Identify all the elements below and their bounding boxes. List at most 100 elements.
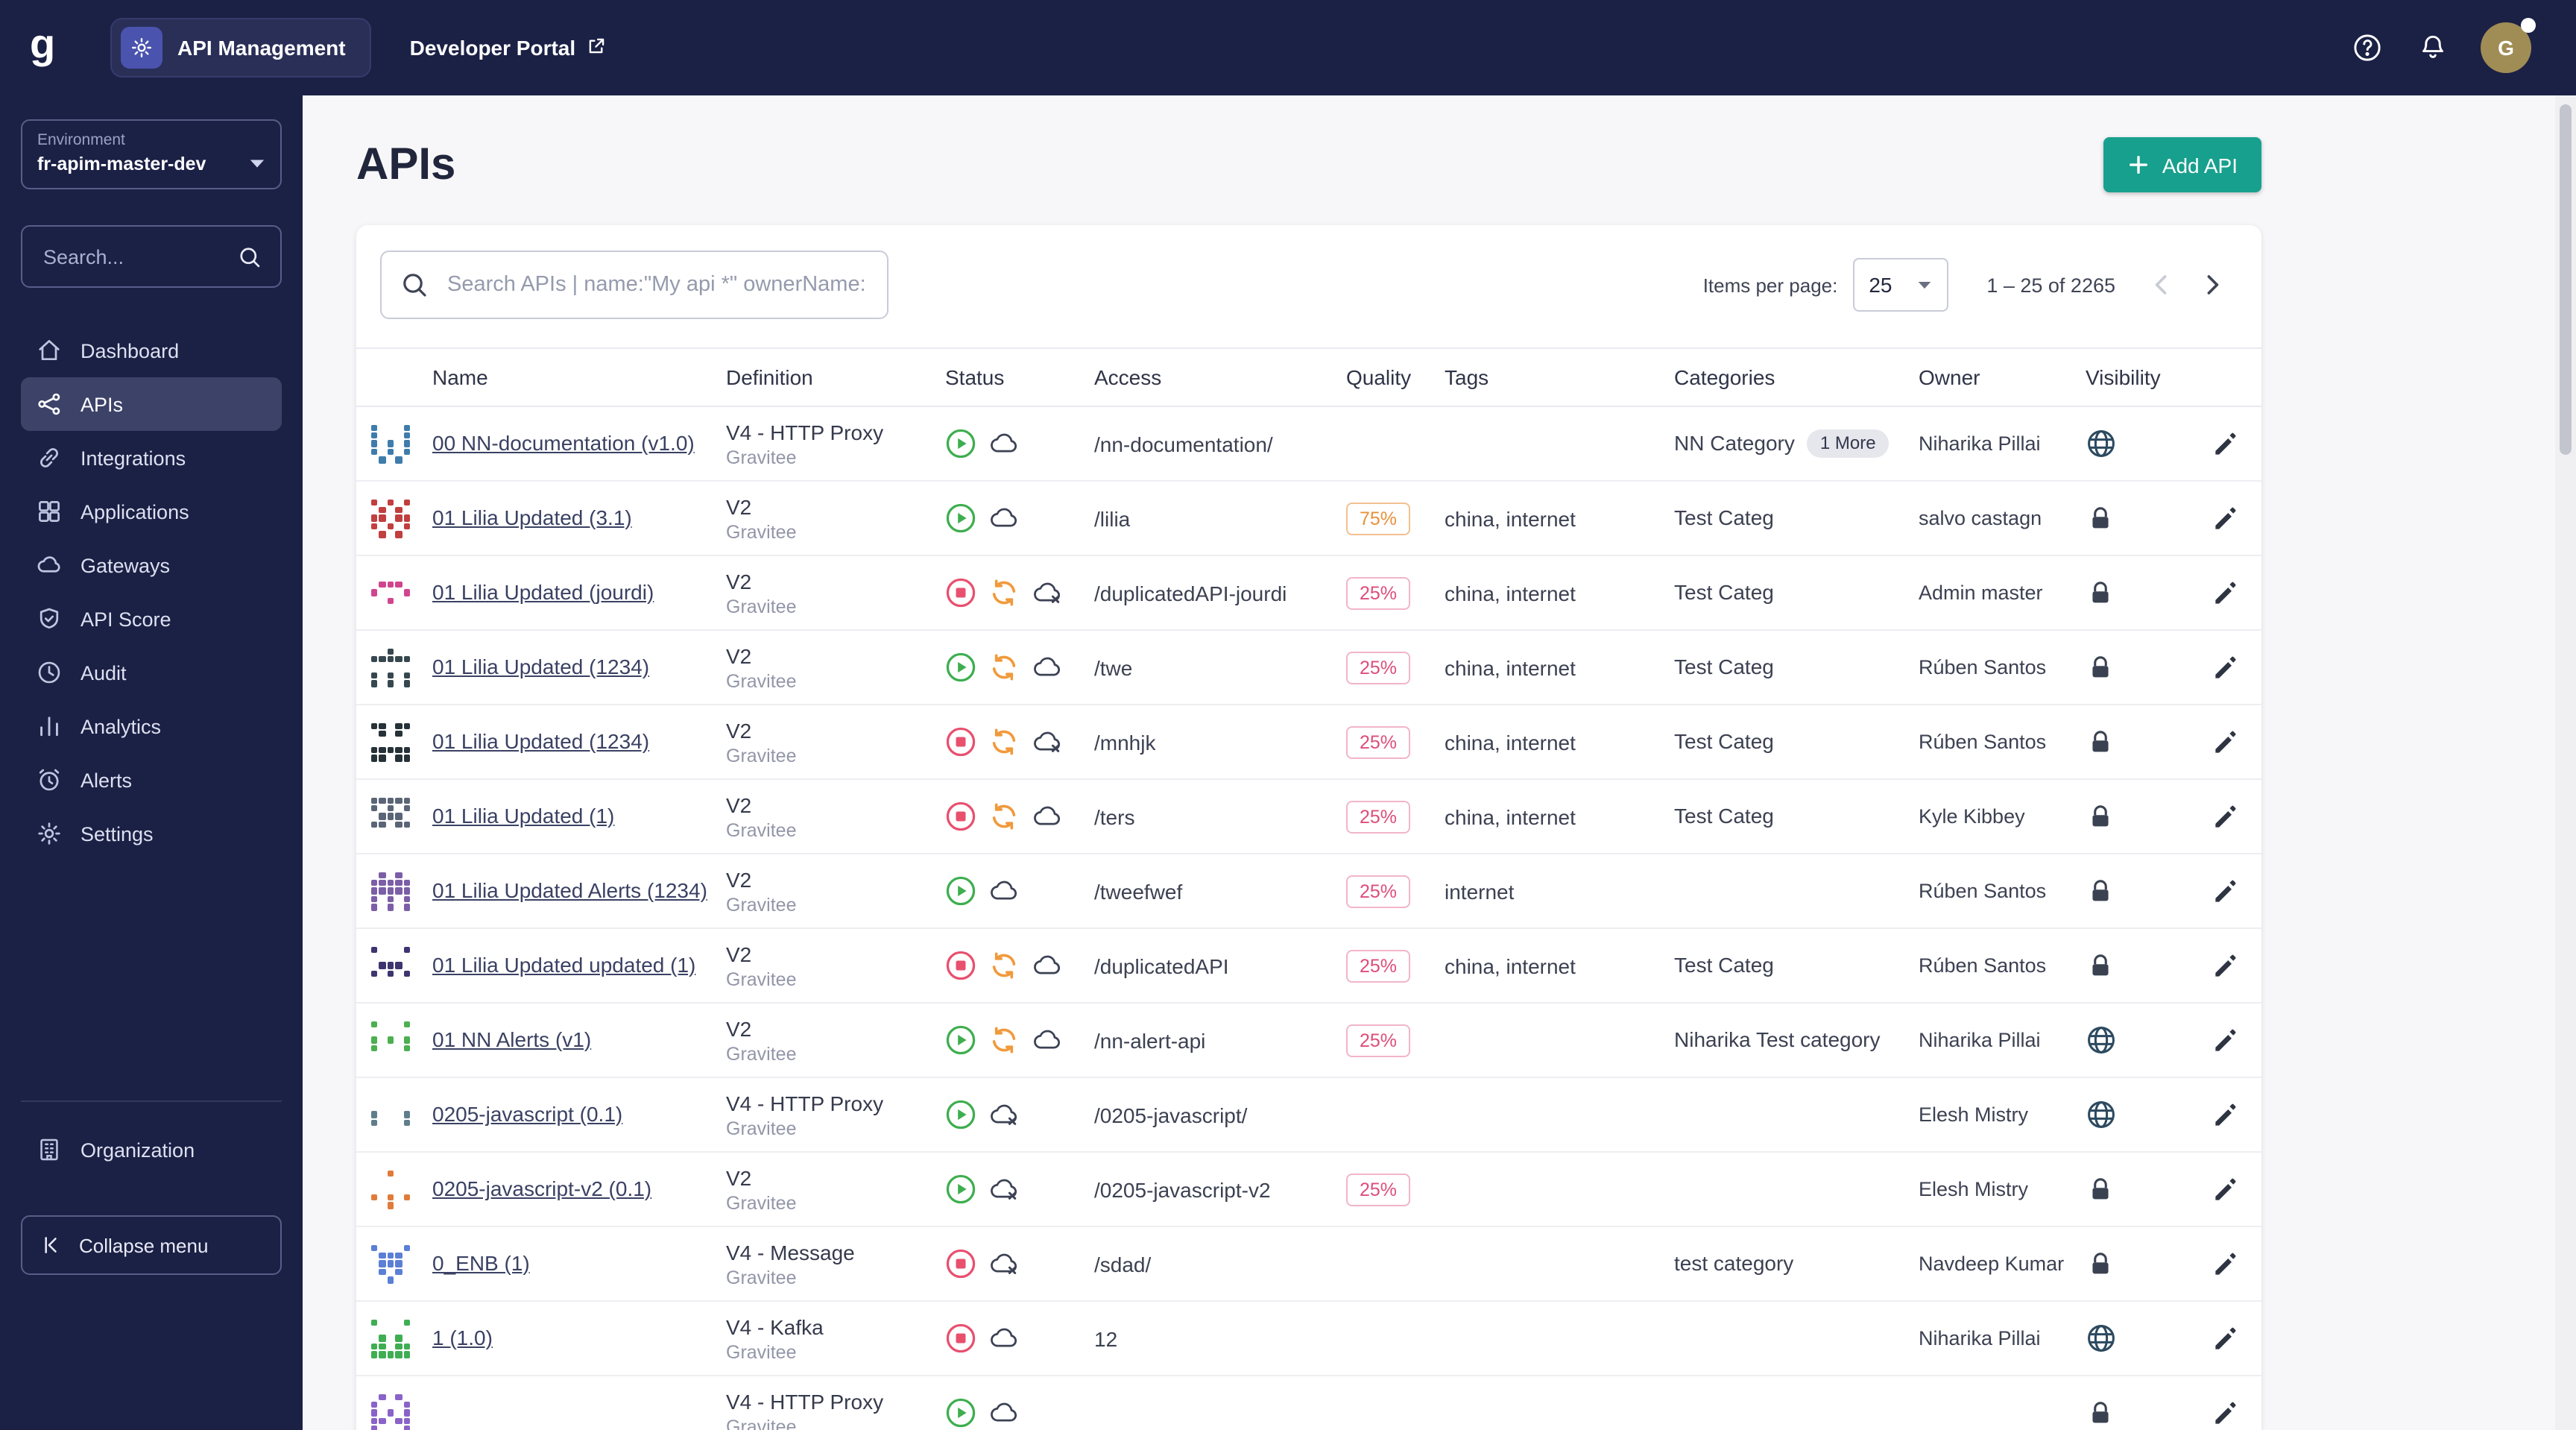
category-more-badge[interactable]: 1 More [1806, 429, 1890, 459]
lock-icon [2086, 1398, 2211, 1428]
sidebar-item-dashboard[interactable]: Dashboard [21, 324, 282, 377]
api-name-link[interactable]: 01 Lilia Updated (1234) [432, 728, 661, 756]
items-per-page-select[interactable]: 25 [1852, 258, 1948, 312]
api-name-link[interactable]: 0205-javascript-v2 (0.1) [432, 1175, 663, 1203]
sidebar-item-gateways[interactable]: Gateways [21, 538, 282, 592]
collapse-menu-button[interactable]: Collapse menu [21, 1215, 282, 1275]
gravitee-logo[interactable]: g [30, 21, 83, 69]
api-name-link[interactable]: 1 (1.0) [432, 1324, 505, 1352]
add-api-button[interactable]: Add API [2103, 137, 2261, 192]
edit-api-button[interactable] [2211, 429, 2261, 459]
edit-api-button[interactable] [2211, 876, 2261, 906]
category-label: test category [1674, 1251, 1794, 1276]
table-row: 1 (1.0) V4 - Kafka Gravitee 12 Niharika Pill… [356, 1302, 2261, 1376]
pagination-prev-button[interactable] [2136, 259, 2187, 310]
globe-icon [2086, 1099, 2211, 1130]
api-status [945, 1099, 1094, 1130]
api-owner: Rúben Santos [1919, 655, 2047, 678]
api-status [945, 503, 1094, 534]
topbar-actions: G [2349, 18, 2549, 73]
api-name-link[interactable]: 01 Lilia Updated Alerts (1234) [432, 877, 719, 905]
edit-api-button[interactable] [2211, 578, 2261, 608]
edit-api-button[interactable] [2211, 1025, 2261, 1055]
audit-icon [36, 659, 63, 686]
edit-api-button[interactable] [2211, 1100, 2261, 1130]
api-name-link[interactable]: 01 NN Alerts (v1) [432, 1026, 603, 1054]
api-status [945, 1323, 1094, 1354]
api-name-link[interactable]: 01 Lilia Updated (1) [432, 802, 626, 831]
edit-api-button[interactable] [2211, 951, 2261, 980]
api-tags: china, internet [1445, 581, 1576, 605]
edit-api-button[interactable] [2211, 801, 2261, 831]
status-cloud-x-icon [1032, 728, 1064, 756]
category-label: Test Categ [1674, 729, 1774, 754]
sidebar-item-analytics[interactable]: Analytics [21, 699, 282, 753]
sidebar-nav: Dashboard APIs Integrations Applications Gat… [21, 324, 282, 860]
user-avatar[interactable]: G [2481, 18, 2536, 73]
sidebar-item-alerts[interactable]: Alerts [21, 753, 282, 807]
environment-selector[interactable]: Environment fr-apim-master-dev [21, 119, 282, 189]
api-status [945, 1024, 1094, 1056]
api-definition-origin: Gravitee [726, 1043, 797, 1064]
developer-portal-link[interactable]: Developer Portal [410, 35, 607, 60]
api-score-icon [36, 605, 63, 632]
status-stop-icon [945, 1248, 976, 1279]
quality-badge: 25% [1346, 725, 1411, 758]
api-management-switcher[interactable]: API Management [110, 18, 371, 78]
api-name-link[interactable]: 0_ENB (1) [432, 1250, 542, 1278]
api-definition: V2 [726, 867, 752, 891]
sidebar-item-applications[interactable]: Applications [21, 485, 282, 538]
quality-badge: 25% [1346, 875, 1411, 907]
api-tags: china, internet [1445, 804, 1576, 828]
status-stop-icon [945, 577, 976, 608]
avatar-initial: G [2498, 36, 2514, 60]
sidebar-item-integrations[interactable]: Integrations [21, 431, 282, 485]
api-categories: Test Categ [1674, 803, 1919, 830]
table-row: 01 Lilia Updated (1234) V2 Gravitee/mnhjk 2… [356, 705, 2261, 780]
api-definition: V2 [726, 569, 752, 593]
scrollbar-thumb[interactable] [2560, 104, 2572, 455]
status-cloud-x-icon [1032, 579, 1064, 607]
column-header-owner: Owner [1919, 365, 1980, 389]
pagination: Items per page: 25 1 – 25 of 2265 [1703, 258, 2238, 312]
sidebar-item-organization[interactable]: Organization [21, 1123, 282, 1177]
status-play-icon [945, 428, 976, 459]
edit-api-button[interactable] [2211, 652, 2261, 682]
status-cloud-x-icon [988, 1250, 1021, 1278]
page-title: APIs [356, 139, 456, 189]
api-name-link[interactable]: 01 Lilia Updated (jourdi) [432, 579, 666, 607]
api-name-link[interactable]: 0205-javascript (0.1) [432, 1100, 634, 1129]
api-name-link[interactable]: 00 NN-documentation (v1.0) [432, 429, 707, 458]
api-name-link[interactable]: 01 Lilia Updated (1234) [432, 653, 661, 681]
quality-badge: 25% [1346, 1173, 1411, 1206]
status-sync-icon [988, 950, 1020, 981]
sidebar-item-settings[interactable]: Settings [21, 807, 282, 860]
edit-api-button[interactable] [2211, 1174, 2261, 1204]
edit-api-button[interactable] [2211, 1323, 2261, 1353]
api-search-input[interactable] [444, 271, 869, 298]
globe-icon [2086, 1323, 2211, 1354]
edit-api-button[interactable] [2211, 727, 2261, 757]
sidebar-search-input[interactable] [40, 244, 225, 269]
edit-api-button[interactable] [2211, 1249, 2261, 1279]
quality-badge: 25% [1346, 800, 1411, 833]
api-definition: V4 - Kafka [726, 1314, 824, 1338]
api-access: /twe [1094, 655, 1133, 679]
help-button[interactable] [2349, 30, 2385, 66]
developer-portal-label: Developer Portal [409, 36, 576, 60]
sidebar-footer: Organization Collapse menu [21, 1100, 282, 1275]
sidebar-item-api-score[interactable]: API Score [21, 592, 282, 646]
api-access: 12 [1094, 1326, 1118, 1350]
pagination-next-button[interactable] [2187, 259, 2238, 310]
api-picture [371, 797, 410, 836]
api-picture [371, 1021, 410, 1059]
column-header-quality: Quality [1346, 365, 1412, 389]
notifications-bell-button[interactable] [2415, 30, 2451, 66]
api-categories: Test Categ [1674, 505, 1919, 532]
sidebar-item-apis[interactable]: APIs [21, 377, 282, 431]
api-name-link[interactable]: 01 Lilia Updated updated (1) [432, 951, 707, 980]
edit-api-button[interactable] [2211, 1398, 2261, 1428]
edit-api-button[interactable] [2211, 503, 2261, 533]
api-name-link[interactable]: 01 Lilia Updated (3.1) [432, 504, 644, 532]
sidebar-item-audit[interactable]: Audit [21, 646, 282, 699]
